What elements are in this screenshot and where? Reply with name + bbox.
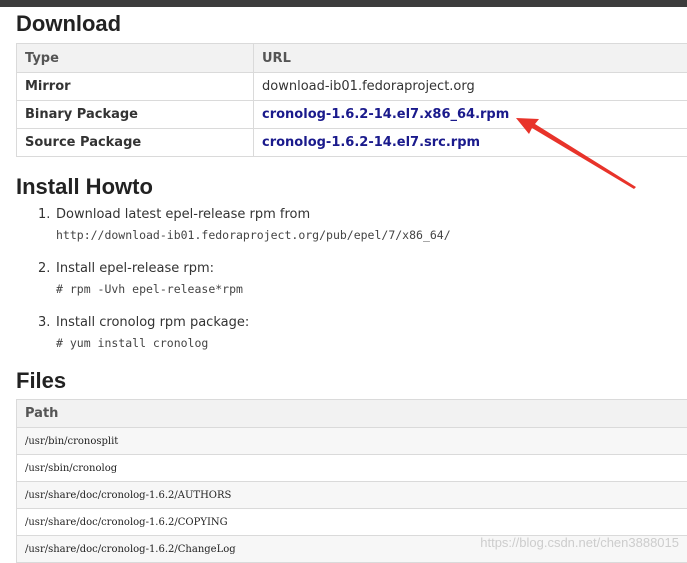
type-column-header: Type: [17, 44, 254, 73]
row-type: Mirror: [17, 73, 254, 101]
file-path: /usr/share/doc/cronolog-1.6.2/COPYING: [17, 509, 687, 536]
table-row: /usr/share/doc/cronolog-1.6.2/AUTHORS: [17, 482, 687, 509]
file-path: /usr/sbin/cronolog: [17, 455, 687, 482]
binary-package-link[interactable]: cronolog-1.6.2-14.el7.x86_64.rpm: [262, 107, 509, 122]
install-howto-heading: Install Howto: [16, 176, 153, 198]
step-code: # yum install cronolog: [56, 336, 208, 350]
mirror-url: download-ib01.fedoraproject.org: [254, 73, 687, 101]
table-row: /usr/sbin/cronolog: [17, 455, 687, 482]
top-bar: [0, 0, 687, 7]
table-row-source: Source Package cronolog-1.6.2-14.el7.src…: [17, 129, 687, 157]
table-row: /usr/share/doc/cronolog-1.6.2/COPYING: [17, 509, 687, 536]
file-path: /usr/share/doc/cronolog-1.6.2/AUTHORS: [17, 482, 687, 509]
step-number: 1.: [38, 207, 50, 222]
row-type: Binary Package: [17, 101, 254, 129]
table-row: /usr/bin/cronosplit: [17, 428, 687, 455]
table-row-binary: Binary Package cronolog-1.6.2-14.el7.x86…: [17, 101, 687, 129]
step-text: Download latest epel-release rpm from: [56, 207, 310, 222]
step-number: 2.: [38, 261, 50, 276]
download-table: Type URL Mirror download-ib01.fedoraproj…: [16, 43, 687, 157]
watermark: https://blog.csdn.net/chen3888015: [480, 535, 679, 550]
step-text: Install epel-release rpm:: [56, 261, 214, 276]
path-column-header: Path: [17, 400, 687, 428]
url-column-header: URL: [254, 44, 687, 73]
step-number: 3.: [38, 315, 50, 330]
row-type: Source Package: [17, 129, 254, 157]
step-code: http://download-ib01.fedoraproject.org/p…: [56, 228, 451, 242]
table-header-row: Type URL: [17, 44, 687, 73]
table-header-row: Path: [17, 400, 687, 428]
step-text: Install cronolog rpm package:: [56, 315, 249, 330]
step-code: # rpm -Uvh epel-release*rpm: [56, 282, 243, 296]
table-row-mirror: Mirror download-ib01.fedoraproject.org: [17, 73, 687, 101]
files-heading: Files: [16, 370, 66, 392]
file-path: /usr/bin/cronosplit: [17, 428, 687, 455]
source-package-link[interactable]: cronolog-1.6.2-14.el7.src.rpm: [262, 135, 480, 150]
download-heading: Download: [16, 13, 121, 35]
